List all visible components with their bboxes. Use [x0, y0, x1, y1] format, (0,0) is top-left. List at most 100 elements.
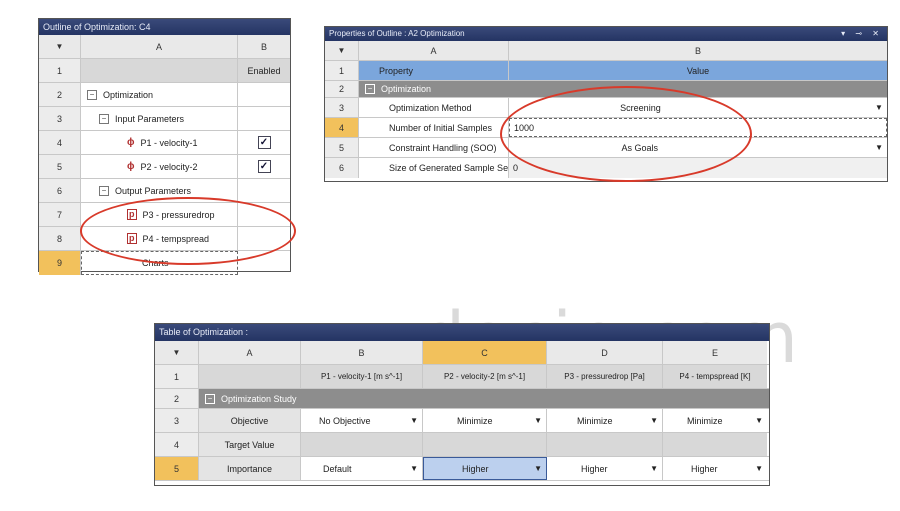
- tree-label: Output Parameters: [115, 185, 192, 196]
- section-optimization-study[interactable]: − Optimization Study: [199, 389, 767, 408]
- section-label: Optimization: [381, 84, 432, 94]
- objective-dropdown-p2[interactable]: Minimize ▼: [423, 409, 547, 432]
- row-number: 1: [155, 365, 199, 388]
- chevron-down-icon[interactable]: ▼: [755, 416, 763, 425]
- objective-dropdown-p1[interactable]: No Objective ▼: [301, 409, 423, 432]
- chevron-down-icon[interactable]: ▼: [650, 464, 658, 473]
- p1-enabled-checkbox[interactable]: ✓: [257, 136, 271, 149]
- outline-cell: [238, 179, 290, 202]
- chevron-down-icon[interactable]: ▼: [534, 464, 542, 473]
- outline-col-a[interactable]: A: [81, 35, 238, 58]
- row-number: 8: [39, 227, 81, 250]
- enabled-header: Enabled: [238, 59, 290, 82]
- outline-cell: ✓: [238, 131, 290, 154]
- objective-dropdown-p3[interactable]: Minimize ▼: [547, 409, 663, 432]
- sort-down-icon: ▼: [172, 348, 181, 357]
- importance-dropdown-p4[interactable]: Higher ▼: [663, 457, 767, 480]
- importance-dropdown-p2[interactable]: Higher ▼: [423, 457, 547, 480]
- chevron-down-icon[interactable]: ▼: [875, 143, 883, 152]
- tree-param-p1[interactable]: ϕ P1 - velocity-1: [81, 131, 238, 154]
- row-number: 5: [325, 138, 359, 157]
- chevron-down-icon[interactable]: ▼: [410, 464, 418, 473]
- sort-down-icon: ▼: [337, 46, 346, 55]
- tree-label: Optimization: [103, 89, 154, 100]
- row-label: Target Value: [199, 433, 301, 456]
- tree-label: Input Parameters: [115, 113, 185, 124]
- input-parameter-icon: ϕ: [127, 137, 135, 148]
- outline-row-1[interactable]: 1 Enabled: [39, 59, 290, 83]
- properties-col-a[interactable]: A: [359, 41, 509, 60]
- table-row-3[interactable]: 3 Objective No Objective ▼ Minimize ▼ Mini…: [155, 409, 769, 433]
- row-number: 2: [155, 389, 199, 408]
- param-header-p1: P1 - velocity-1 [m s^-1]: [301, 365, 423, 388]
- tree-optimization[interactable]: − Optimization: [81, 83, 238, 106]
- chevron-down-icon[interactable]: ▼: [650, 416, 658, 425]
- properties-header-row: ▼ A B: [325, 41, 887, 61]
- property-label: Optimization Method: [359, 98, 509, 117]
- outline-corner[interactable]: ▼: [39, 35, 81, 58]
- dropdown-value: Higher: [462, 463, 489, 474]
- row-number: 7: [39, 203, 81, 226]
- target-value-p4[interactable]: [663, 433, 767, 456]
- outline-title: Outline of Optimization: C4: [39, 19, 290, 35]
- dropdown-value: Higher: [581, 463, 608, 474]
- row-number: 2: [325, 81, 359, 97]
- row-number: 5: [155, 457, 199, 480]
- collapse-icon[interactable]: −: [87, 89, 97, 100]
- p2-enabled-checkbox[interactable]: ✓: [257, 160, 271, 173]
- outline-row-4[interactable]: 4 ϕ P1 - velocity-1 ✓: [39, 131, 290, 155]
- outline-row-3[interactable]: 3 − Input Parameters: [39, 107, 290, 131]
- dropdown-value: Minimize: [457, 415, 493, 426]
- outline-row-2[interactable]: 2 − Optimization: [39, 83, 290, 107]
- tree-label: P2 - velocity-2: [140, 161, 198, 172]
- chevron-down-icon[interactable]: ▼: [755, 464, 763, 473]
- table-col-a[interactable]: A: [199, 341, 301, 364]
- dropdown-value: Minimize: [577, 415, 613, 426]
- target-value-p1[interactable]: [301, 433, 423, 456]
- target-value-p2[interactable]: [423, 433, 547, 456]
- annotation-ellipse-method: [500, 86, 752, 182]
- collapse-icon[interactable]: −: [205, 393, 215, 404]
- row-number: 9: [39, 251, 81, 275]
- outline-row-5[interactable]: 5 ϕ P2 - velocity-2 ✓: [39, 155, 290, 179]
- table-col-d[interactable]: D: [547, 341, 663, 364]
- table-row-5[interactable]: 5 Importance Default ▼ Higher ▼ Higher ▼ Hi…: [155, 457, 769, 481]
- param-header-p2: P2 - velocity-2 [m s^-1]: [423, 365, 547, 388]
- outline-cell: [238, 83, 290, 106]
- table-col-c[interactable]: C: [423, 341, 547, 364]
- table-row-2[interactable]: 2 − Optimization Study: [155, 389, 769, 409]
- importance-dropdown-p1[interactable]: Default ▼: [301, 457, 423, 480]
- dropdown-value: Higher: [691, 463, 718, 474]
- row-number: 5: [39, 155, 81, 178]
- tree-param-p2[interactable]: ϕ P2 - velocity-2: [81, 155, 238, 178]
- outline-col-b[interactable]: B: [238, 35, 290, 58]
- window-controls[interactable]: ▾ ⊸ ✕: [841, 27, 883, 41]
- row-number: 3: [39, 107, 81, 130]
- properties-corner[interactable]: ▼: [325, 41, 359, 60]
- chevron-down-icon[interactable]: ▼: [410, 416, 418, 425]
- dropdown-value: Minimize: [687, 415, 723, 426]
- properties-col-b[interactable]: B: [509, 41, 887, 60]
- sort-down-icon: ▼: [55, 42, 64, 51]
- collapse-icon[interactable]: −: [99, 185, 109, 196]
- table-corner[interactable]: ▼: [155, 341, 199, 364]
- collapse-icon[interactable]: −: [99, 113, 109, 124]
- table-header-row: ▼ A B C D E: [155, 341, 769, 365]
- tree-input-parameters[interactable]: − Input Parameters: [81, 107, 238, 130]
- property-header: Property: [359, 61, 509, 80]
- chevron-down-icon[interactable]: ▼: [875, 103, 883, 112]
- table-col-b[interactable]: B: [301, 341, 423, 364]
- chevron-down-icon[interactable]: ▼: [534, 416, 542, 425]
- properties-title-text: Properties of Outline : A2 Optimization: [329, 29, 465, 38]
- properties-title: Properties of Outline : A2 Optimization …: [325, 27, 887, 41]
- table-col-e[interactable]: E: [663, 341, 767, 364]
- target-value-p3[interactable]: [547, 433, 663, 456]
- property-label: Constraint Handling (SOO): [359, 138, 509, 157]
- importance-dropdown-p3[interactable]: Higher ▼: [547, 457, 663, 480]
- objective-dropdown-p4[interactable]: Minimize ▼: [663, 409, 767, 432]
- row-label: Objective: [199, 409, 301, 432]
- row-label: Importance: [199, 457, 301, 480]
- table-row-4[interactable]: 4 Target Value: [155, 433, 769, 457]
- outline-cell: ✓: [238, 155, 290, 178]
- collapse-icon[interactable]: −: [365, 84, 375, 94]
